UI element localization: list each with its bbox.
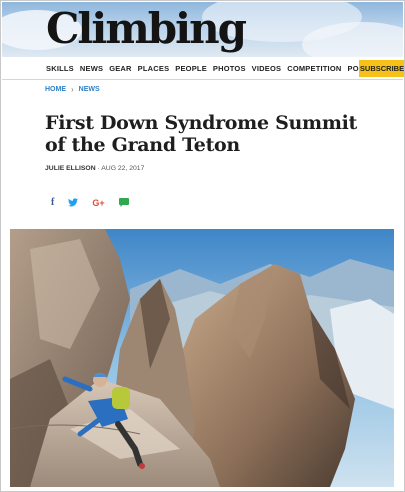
nav-item-places[interactable]: PLACES xyxy=(138,64,170,73)
message-icon xyxy=(118,198,129,207)
nav-item-skills[interactable]: SKILLS xyxy=(46,64,74,73)
nav-item-photos[interactable]: PHOTOS xyxy=(213,64,246,73)
nav-item-competition[interactable]: COMPETITION xyxy=(287,64,341,73)
message-share-icon[interactable] xyxy=(118,198,129,207)
climber-on-mountain-photo xyxy=(10,229,394,487)
author-name[interactable]: JULIE ELLISON xyxy=(45,165,96,172)
nav-item-gear[interactable]: GEAR xyxy=(109,64,131,73)
publish-date: · AUG 22, 2017 xyxy=(97,165,145,172)
nav-items: SKILLS NEWS GEAR PLACES PEOPLE PHOTOS VIDEOS CO… xyxy=(46,64,386,73)
browser-frame: Climbing SKILLS NEWS GEAR PLACES PEOPLE PHOTO… xyxy=(0,0,405,492)
breadcrumb: HOME › NEWS xyxy=(45,85,100,94)
nav-item-videos[interactable]: VIDEOS xyxy=(252,64,282,73)
nav-item-people[interactable]: PEOPLE xyxy=(175,64,207,73)
article-title: First Down Syndrome Summit of the Grand … xyxy=(45,112,358,156)
subscribe-button[interactable]: SUBSCRIBE xyxy=(359,60,404,77)
share-bar: f G+ xyxy=(51,197,129,208)
nav-item-news[interactable]: NEWS xyxy=(80,64,103,73)
main-nav: SKILLS NEWS GEAR PLACES PEOPLE PHOTOS VIDEOS CO… xyxy=(2,58,404,80)
google-plus-share-icon[interactable]: G+ xyxy=(92,198,104,208)
breadcrumb-news[interactable]: NEWS xyxy=(79,86,100,93)
hero-image xyxy=(10,229,394,487)
facebook-share-icon[interactable]: f xyxy=(51,197,54,208)
site-logo[interactable]: Climbing xyxy=(46,4,247,54)
twitter-share-icon[interactable] xyxy=(68,198,79,207)
breadcrumb-separator: › xyxy=(71,85,74,94)
twitter-bird-icon xyxy=(68,198,79,207)
article-byline: JULIE ELLISON · AUG 22, 2017 xyxy=(45,165,144,172)
breadcrumb-home[interactable]: HOME xyxy=(45,86,66,93)
header-banner: Climbing xyxy=(2,2,403,57)
